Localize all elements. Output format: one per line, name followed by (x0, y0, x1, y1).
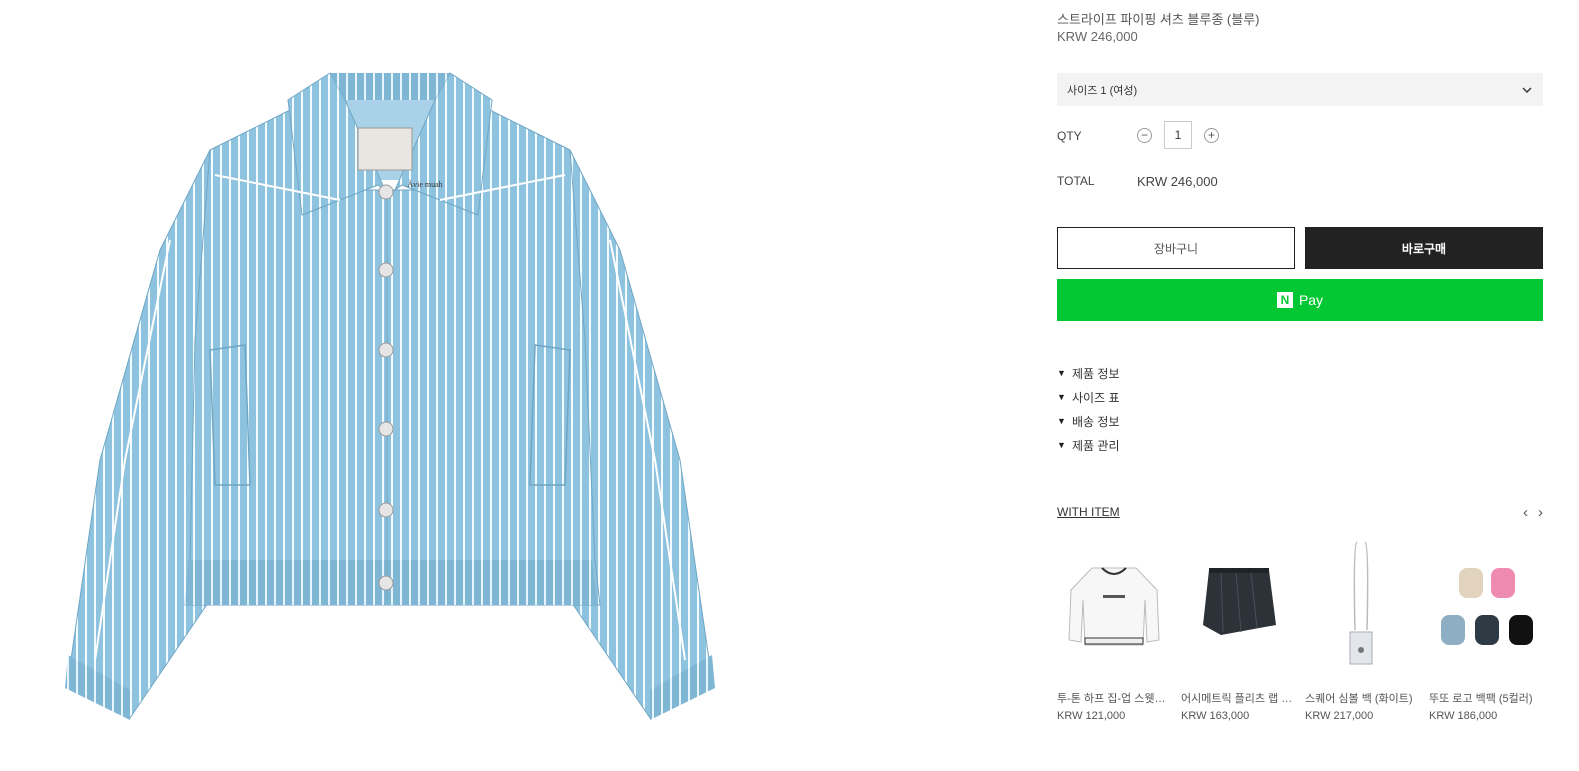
chevron-right-icon[interactable]: › (1538, 505, 1543, 520)
triangle-down-icon: ▼ (1057, 392, 1066, 402)
chevron-down-icon (1522, 87, 1532, 93)
brand-label-text: Àvie muah (407, 180, 443, 189)
buy-now-button[interactable]: 바로구매 (1305, 227, 1543, 269)
item-name: 스퀘어 심볼 백 (화이트) (1305, 693, 1413, 705)
chevron-left-icon[interactable]: ‹ (1523, 505, 1528, 520)
item-name: 어시메트릭 플리츠 랩 스커트 (1181, 693, 1295, 705)
with-item-nav: ‹ › (1523, 505, 1543, 520)
product-thumbnail (1305, 540, 1419, 670)
triangle-down-icon: ▼ (1057, 416, 1066, 426)
size-select-value: 사이즈 1 (여성) (1067, 84, 1138, 97)
qty-increase-button[interactable]: + (1204, 127, 1219, 143)
triangle-down-icon: ▼ (1057, 368, 1066, 378)
naver-logo-icon: N (1276, 292, 1293, 308)
with-item-card[interactable]: 어시메트릭 플리츠 랩 스커트 KRW 163,000 (1181, 540, 1295, 722)
product-thumbnail (1181, 540, 1295, 670)
qty-input[interactable]: 1 (1164, 121, 1192, 149)
naver-pay-button[interactable]: N Pay (1057, 279, 1543, 321)
total-label: TOTAL (1057, 174, 1095, 188)
size-select[interactable]: 사이즈 1 (여성) (1057, 73, 1543, 106)
product-thumbnail (1429, 540, 1543, 670)
total-value: KRW 246,000 (1137, 174, 1218, 189)
accordion-label: 제품 관리 (1072, 438, 1120, 453)
with-item-card[interactable]: 투-톤 하프 집-업 스웻셔츠 KRW 121,000 (1057, 540, 1171, 722)
accordion-label: 배송 정보 (1072, 414, 1120, 429)
product-title: 스트라이프 파이핑 셔츠 블루종 (블루) (1057, 12, 1260, 27)
product-price: KRW 246,000 (1057, 29, 1138, 44)
item-price: KRW 121,000 (1057, 710, 1126, 722)
with-item-card[interactable]: 뚜또 로고 백팩 (5컬러) KRW 186,000 (1429, 540, 1543, 722)
item-price: KRW 186,000 (1429, 710, 1498, 722)
item-name: 뚜또 로고 백팩 (5컬러) (1429, 693, 1533, 705)
qty-decrease-button[interactable]: − (1137, 127, 1152, 143)
triangle-down-icon: ▼ (1057, 440, 1066, 450)
product-accordion: ▼ 제품 정보 ▼ 사이즈 표 ▼ 배송 정보 ▼ 제품 관리 (1057, 357, 1120, 461)
item-price: KRW 163,000 (1181, 710, 1250, 722)
accordion-label: 사이즈 표 (1072, 390, 1120, 405)
with-item-card[interactable]: 스퀘어 심볼 백 (화이트) KRW 217,000 (1305, 540, 1419, 722)
product-image: Àvie muah (40, 40, 740, 740)
with-item-heading[interactable]: WITH ITEM (1057, 505, 1120, 519)
product-thumbnail (1057, 540, 1171, 670)
with-item-carousel: 투-톤 하프 집-업 스웻셔츠 KRW 121,000 어시메트릭 플리츠 랩 … (1057, 540, 1543, 722)
item-price: KRW 217,000 (1305, 710, 1374, 722)
qty-label: QTY (1057, 129, 1082, 143)
accordion-product-care[interactable]: ▼ 제품 관리 (1057, 429, 1120, 461)
quantity-stepper: − 1 + (1137, 121, 1219, 149)
item-name: 투-톤 하프 집-업 스웻셔츠 (1057, 693, 1171, 705)
add-to-cart-button[interactable]: 장바구니 (1057, 227, 1295, 269)
accordion-label: 제품 정보 (1072, 366, 1120, 381)
naver-pay-label: Pay (1298, 292, 1324, 308)
